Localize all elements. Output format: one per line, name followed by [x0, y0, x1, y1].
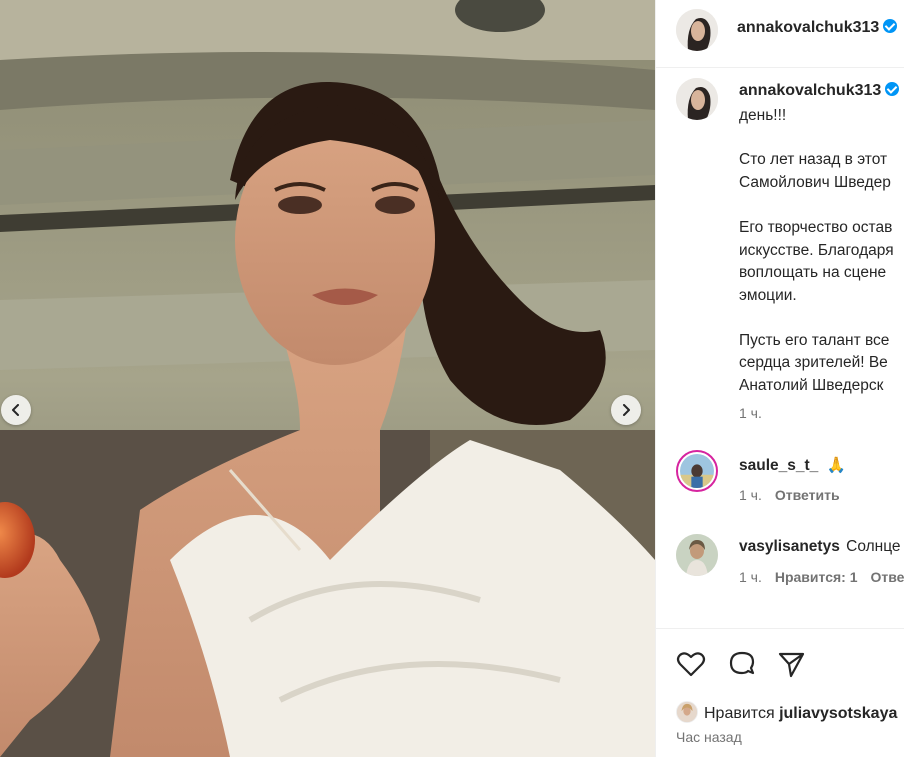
caption-line: Его творчество остав [739, 219, 893, 236]
comment-meta: 1 ч. Нравится: 1 Отве [739, 569, 904, 585]
post-time[interactable]: Час назад [676, 729, 742, 745]
caption-timestamp[interactable]: 1 ч. [739, 405, 762, 421]
chevron-left-icon [12, 404, 19, 416]
comment-meta: 1 ч. Ответить [739, 487, 840, 503]
reply-button[interactable]: Ответить [775, 487, 840, 503]
caption-author-avatar[interactable] [676, 78, 718, 120]
caption-line: Пусть его талант все [739, 332, 890, 349]
likes-username[interactable]: juliavysotskaya [779, 705, 897, 722]
comment: vasylisanetys Солнце [739, 538, 901, 556]
caption-line: день!!! [739, 107, 787, 124]
chevron-right-icon [623, 404, 630, 416]
caption-line: сердца зрителей! Ве [739, 354, 888, 371]
author-avatar[interactable] [676, 9, 718, 51]
previous-photo-button[interactable] [1, 395, 31, 425]
comment-text: Солнце [846, 538, 901, 555]
post-side-panel: annakovalchuk313 annakovalchuk313 день!!… [655, 0, 904, 757]
likes-summary: Нравится juliavysotskaya [676, 701, 897, 723]
verified-icon [883, 19, 898, 33]
caption-line: эмоции. [739, 287, 797, 304]
heart-icon[interactable] [676, 649, 706, 679]
comment-likes[interactable]: Нравится: 1 [775, 569, 858, 585]
post-actions: Нравится juliavysotskaya Час назад [656, 628, 904, 757]
reply-button[interactable]: Отве [871, 569, 904, 585]
caption-line: Самойлович Шведер [739, 174, 891, 191]
comment-username[interactable]: saule_s_t_ [739, 457, 818, 474]
comment-username[interactable]: vasylisanetys [739, 538, 840, 555]
caption-line: воплощать на сцене [739, 264, 887, 281]
caption-line: искусстве. Благодаря [739, 242, 894, 259]
caption-line: Анатолий Шведерск [739, 377, 884, 394]
share-icon[interactable] [776, 649, 806, 679]
liker-avatar[interactable] [676, 701, 698, 723]
likes-prefix: Нравится [704, 705, 775, 722]
post-media [0, 0, 655, 757]
post-photo [0, 0, 655, 757]
verified-icon [885, 82, 900, 96]
caption-line: Сто лет назад в этот [739, 151, 888, 168]
caption-author-username[interactable]: annakovalchuk313 [739, 82, 881, 99]
author-username[interactable]: annakovalchuk313 [737, 19, 879, 36]
next-photo-button[interactable] [611, 395, 641, 425]
comment: saule_s_t_ 🙏 [739, 456, 846, 475]
commenter-avatar[interactable] [676, 534, 718, 576]
comment-time[interactable]: 1 ч. [739, 487, 762, 503]
post-header: annakovalchuk313 [656, 0, 904, 68]
comment-text: 🙏 [826, 457, 846, 474]
comment-icon[interactable] [727, 649, 757, 679]
comment-time[interactable]: 1 ч. [739, 569, 762, 585]
commenter-avatar[interactable] [676, 450, 718, 492]
